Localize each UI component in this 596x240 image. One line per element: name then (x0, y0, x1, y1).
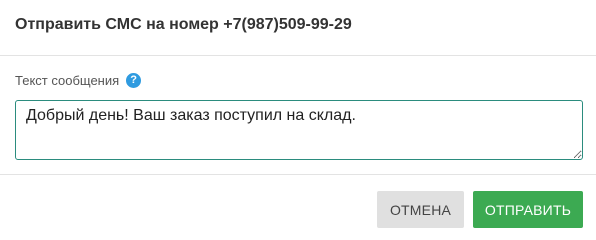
message-label-row: Текст сообщения ? (15, 71, 142, 89)
help-icon[interactable]: ? (126, 72, 142, 88)
message-textarea[interactable] (15, 100, 583, 160)
sms-dialog: Отправить СМС на номер +7(987)509-99-29 … (0, 0, 596, 240)
send-button[interactable]: ОТПРАВИТЬ (473, 191, 583, 228)
cancel-button[interactable]: ОТМЕНА (377, 191, 464, 228)
dialog-header: Отправить СМС на номер +7(987)509-99-29 (0, 0, 596, 56)
dialog-title: Отправить СМС на номер +7(987)509-99-29 (15, 16, 352, 33)
dialog-body: Текст сообщения ? (0, 56, 596, 175)
message-label: Текст сообщения (15, 72, 120, 88)
dialog-footer: ОТМЕНА ОТПРАВИТЬ (0, 175, 596, 240)
